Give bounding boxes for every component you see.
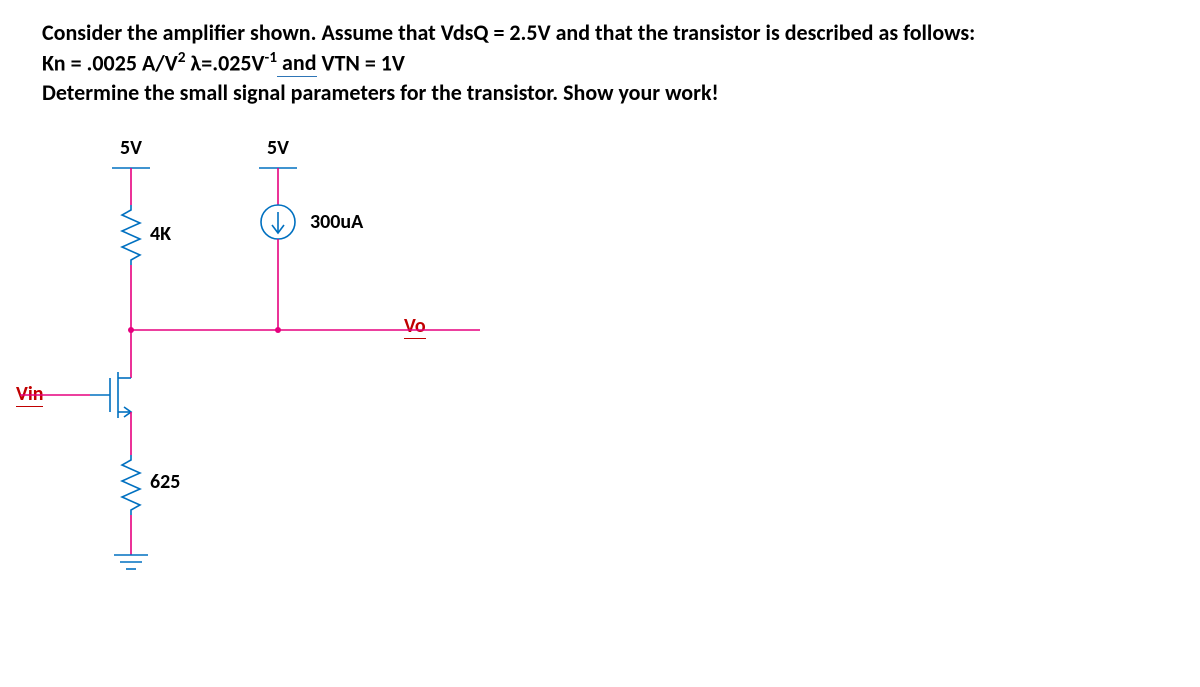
- ground-symbol: [114, 555, 148, 569]
- resistor-r1: [122, 205, 140, 265]
- nmos-transistor: [90, 372, 131, 418]
- node-drain-right: [275, 327, 281, 333]
- resistor-r2: [122, 455, 140, 515]
- circuit-diagram: [0, 0, 1200, 687]
